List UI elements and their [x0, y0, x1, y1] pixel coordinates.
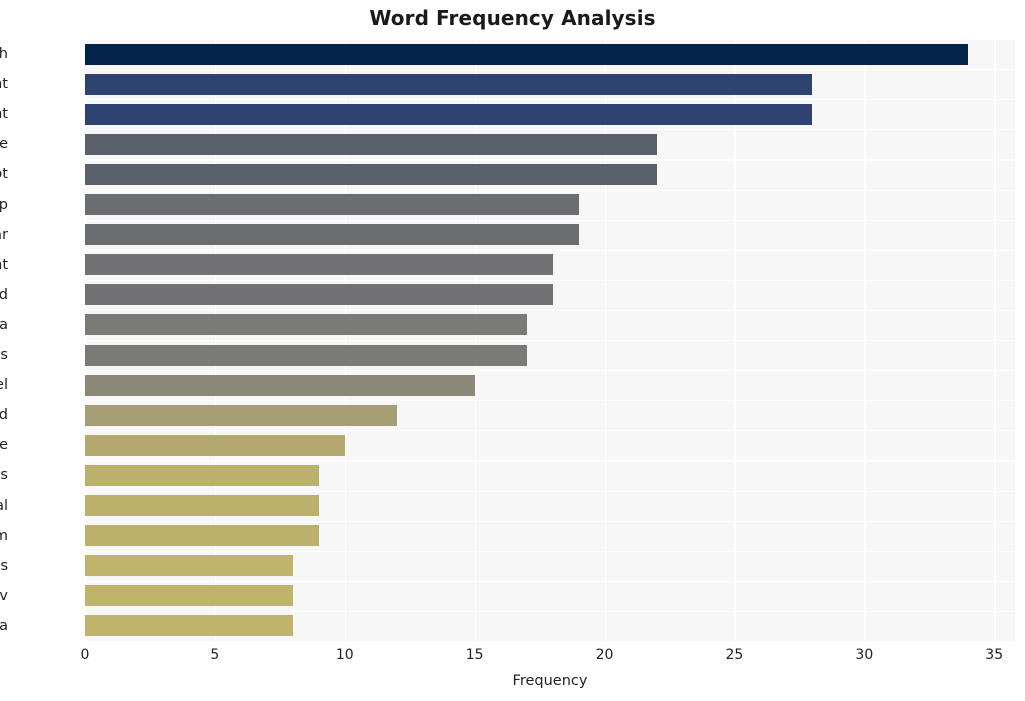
y-axis-tick-label: software	[0, 136, 8, 153]
x-axis-tick-label: 10	[335, 647, 354, 663]
y-axis-tick-label: model	[0, 377, 8, 394]
y-axis-tick-label: manual	[0, 497, 8, 514]
y-axis-tick-label: uav	[0, 587, 8, 604]
horizontal-gridline	[85, 39, 1015, 41]
x-axis-tick-label: 35	[985, 647, 1004, 663]
horizontal-gridline	[85, 129, 1015, 131]
y-axis-tick-label: time	[0, 437, 8, 454]
y-axis-tick-label: alfa	[0, 617, 8, 634]
vertical-gridline	[604, 39, 607, 641]
vertical-gridline	[734, 39, 736, 641]
bar	[85, 284, 553, 306]
bar	[85, 525, 319, 547]
bar	[85, 43, 969, 65]
x-axis-tick-label: 15	[465, 647, 484, 663]
horizontal-gridline	[85, 430, 1015, 432]
y-axis-tick-label: dynamics	[0, 557, 8, 574]
horizontal-gridline	[85, 309, 1015, 312]
bar	[85, 374, 475, 396]
x-axis-tick-label: 25	[725, 647, 744, 663]
y-axis-tick-label: plot	[0, 166, 8, 183]
x-axis-tick-label: 0	[80, 647, 90, 663]
vertical-gridline	[85, 39, 87, 641]
vertical-gridline	[474, 39, 477, 641]
y-axis-tick-label: growth	[0, 46, 8, 63]
horizontal-gridline	[85, 69, 1015, 71]
y-axis-tick-label: plant	[0, 76, 8, 93]
bar	[85, 224, 579, 246]
bar	[85, 73, 813, 95]
vertical-gridline	[864, 39, 866, 641]
y-axis-tick-label: cloud	[0, 407, 8, 424]
x-axis-tick-label: 20	[595, 647, 614, 663]
y-axis-tick-label: lidar	[0, 226, 8, 243]
chart-title: Word Frequency Analysis	[369, 6, 656, 30]
bar	[85, 163, 657, 185]
bar	[85, 314, 527, 336]
bar	[85, 103, 813, 125]
horizontal-gridline	[85, 460, 1015, 462]
horizontal-gridline	[85, 249, 1015, 251]
y-axis-tick-label: field	[0, 286, 8, 303]
bar	[85, 254, 553, 276]
x-axis-tick-label: 30	[855, 647, 874, 663]
bar	[85, 464, 319, 486]
bar	[85, 615, 293, 637]
x-axis-label: Frequency	[512, 673, 588, 689]
horizontal-gridline	[85, 159, 1015, 161]
horizontal-gridline	[85, 550, 1015, 552]
bar	[85, 344, 527, 366]
y-axis-tick-label: analysis	[0, 347, 8, 364]
horizontal-gridline	[85, 400, 1015, 402]
y-axis-tick-label: chm	[0, 527, 8, 544]
y-axis-tick-label: point	[0, 106, 8, 123]
vertical-gridline	[344, 39, 347, 641]
bar	[85, 133, 657, 155]
bar	[85, 495, 319, 517]
y-axis-tick-label: process	[0, 467, 8, 484]
horizontal-gridline	[85, 279, 1015, 281]
horizontal-gridline	[85, 99, 1015, 101]
y-axis-tick-label: height	[0, 256, 8, 273]
horizontal-gridline	[85, 189, 1015, 191]
plot-area	[85, 39, 1015, 641]
word-frequency-bar-chart: Word Frequency Analysis growth plant point…	[0, 0, 1025, 701]
y-axis-tick-label: data	[0, 316, 8, 333]
bar	[85, 555, 293, 577]
horizontal-gridline	[85, 370, 1015, 372]
bar	[85, 194, 579, 216]
bar	[85, 404, 397, 426]
horizontal-gridline	[85, 490, 1015, 492]
y-axis-tick-label: crop	[0, 196, 8, 213]
horizontal-gridline	[85, 219, 1015, 221]
vertical-gridline	[214, 39, 217, 641]
bar	[85, 585, 293, 607]
horizontal-gridline	[85, 580, 1015, 582]
horizontal-gridline	[85, 610, 1015, 613]
x-axis-tick-label: 5	[210, 647, 220, 663]
vertical-gridline	[994, 39, 996, 641]
bar	[85, 434, 345, 456]
horizontal-gridline	[85, 340, 1015, 342]
horizontal-gridline	[85, 520, 1015, 522]
